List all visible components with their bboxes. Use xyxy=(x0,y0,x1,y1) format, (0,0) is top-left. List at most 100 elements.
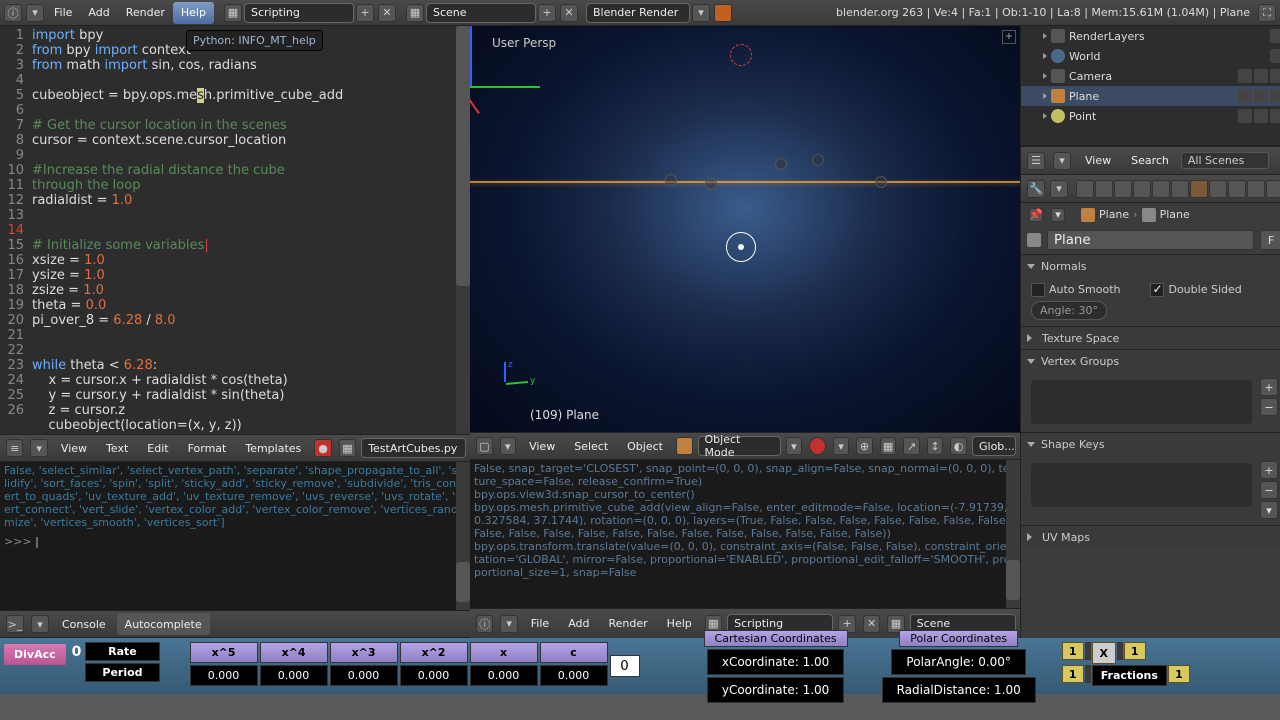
poly-head[interactable]: x^3 xyxy=(330,642,398,663)
mesh-name-input[interactable] xyxy=(1047,230,1254,250)
manip-icon[interactable]: ↗ xyxy=(903,437,920,455)
vp-menu-select[interactable]: Select xyxy=(566,435,616,457)
menu-add[interactable]: Add xyxy=(80,2,117,24)
shading-caret-icon[interactable]: ▾ xyxy=(833,437,850,455)
info-log[interactable]: False, snap_target='CLOSEST', snap_point… xyxy=(470,460,1020,608)
python-console[interactable]: False, 'select_similar', 'select_vertex_… xyxy=(0,462,470,610)
text-file-name[interactable]: TestArtCubes.py xyxy=(361,438,466,458)
console-type-icon[interactable]: >_ xyxy=(6,615,24,633)
outliner-view[interactable]: View xyxy=(1077,150,1119,172)
poly-val[interactable]: 0.000 xyxy=(470,665,538,686)
sk-add-icon[interactable]: + xyxy=(1260,461,1278,479)
menu-file[interactable]: File xyxy=(46,2,80,24)
props-type-icon[interactable]: 🔧 xyxy=(1027,180,1045,198)
shape-keys-list[interactable] xyxy=(1031,463,1252,507)
fake-user-toggle[interactable]: F xyxy=(1260,230,1280,250)
polar-angle[interactable]: PolarAngle: 0.00° xyxy=(891,649,1026,675)
tab-particles[interactable] xyxy=(1247,180,1265,198)
mode-caret-icon[interactable]: ▾ xyxy=(786,437,803,455)
outliner-row[interactable]: World xyxy=(1021,46,1280,66)
angle-field[interactable]: Angle: 30° xyxy=(1031,301,1107,320)
poly-head[interactable]: x^2 xyxy=(400,642,468,663)
fractions-label[interactable]: Fractions xyxy=(1092,665,1167,686)
del-scene-icon[interactable]: ✕ xyxy=(560,4,578,22)
console-menu-autocomplete[interactable]: Autocomplete xyxy=(117,613,210,635)
text-menu-templates[interactable]: Templates xyxy=(237,437,309,459)
renderer-caret-icon[interactable]: ▾ xyxy=(692,4,710,22)
pin-icon[interactable]: 📌 xyxy=(1029,208,1043,222)
panel-head-tex[interactable]: Texture Space xyxy=(1021,327,1280,349)
browse-icon[interactable]: ▾ xyxy=(1050,180,1068,198)
text-menu-edit[interactable]: Edit xyxy=(139,437,176,459)
scene-browse-icon[interactable]: ▦ xyxy=(406,4,424,22)
tab-modifiers[interactable] xyxy=(1171,180,1189,198)
rate-label[interactable]: Rate xyxy=(85,642,159,661)
info-scrollbar[interactable] xyxy=(1006,460,1020,608)
outliner-row[interactable]: Camera xyxy=(1021,66,1280,86)
orient-icon[interactable]: ◐ xyxy=(950,437,967,455)
zero-input[interactable] xyxy=(610,655,640,677)
browse-data-icon[interactable]: ▾ xyxy=(26,4,44,22)
double-sided-checkbox[interactable] xyxy=(1150,283,1164,297)
poly-head[interactable]: x^5 xyxy=(190,642,258,663)
poly-val[interactable]: 0.000 xyxy=(540,665,608,686)
tab-texture[interactable] xyxy=(1228,180,1246,198)
tab-constraints[interactable] xyxy=(1152,180,1170,198)
add-scene-icon[interactable]: + xyxy=(538,4,556,22)
text-menu-view[interactable]: View xyxy=(53,437,95,459)
3d-viewport[interactable]: User Persp z y (109) Plane + xyxy=(470,26,1020,432)
poly-val[interactable]: 0.000 xyxy=(400,665,468,686)
auto-smooth-checkbox[interactable] xyxy=(1031,283,1045,297)
panel-head-sk[interactable]: Shape Keys xyxy=(1021,433,1280,455)
frac-cell[interactable]: 1 xyxy=(1062,665,1084,683)
tab-render[interactable] xyxy=(1076,180,1094,198)
tab-physics[interactable] xyxy=(1266,180,1280,198)
tab-mesh-data[interactable] xyxy=(1190,180,1208,198)
info-menu-render[interactable]: Render xyxy=(601,613,656,635)
frac-cell[interactable]: 1 xyxy=(1124,642,1146,660)
outliner[interactable]: RenderLayersWorldCameraPlanePoint xyxy=(1021,26,1280,146)
info-menu-add[interactable]: Add xyxy=(560,613,597,635)
text-browse-icon[interactable]: ▦ xyxy=(339,439,356,457)
text-editor[interactable]: 1234567891011121314151617181920212223242… xyxy=(0,26,470,434)
vp-menu-object[interactable]: Object xyxy=(619,435,671,457)
expand-icon[interactable]: ⛶ xyxy=(1258,4,1276,22)
layers-icon[interactable]: ▦ xyxy=(880,437,897,455)
x-coord[interactable]: xCoordinate: 1.00 xyxy=(707,649,844,675)
panel-head-vg[interactable]: Vertex Groups xyxy=(1021,350,1280,372)
browse-icon[interactable]: ▾ xyxy=(500,437,517,455)
editor-type-icon[interactable]: ⓘ xyxy=(4,4,22,22)
sk-menu-icon[interactable]: ▾ xyxy=(1260,501,1278,519)
menu-help[interactable]: Help xyxy=(173,2,214,24)
tab-scene[interactable] xyxy=(1095,180,1113,198)
gizmo-z-axis[interactable] xyxy=(470,26,472,86)
frac-cell[interactable]: 1 xyxy=(1168,665,1190,683)
del-layout-icon[interactable]: ✕ xyxy=(378,4,396,22)
poly-head[interactable]: x xyxy=(470,642,538,663)
tab-object[interactable] xyxy=(1133,180,1151,198)
console-menu-console[interactable]: Console xyxy=(54,613,114,635)
mode-icon[interactable] xyxy=(676,437,693,455)
menu-render[interactable]: Render xyxy=(118,2,173,24)
crumb-object[interactable]: Plane xyxy=(1099,208,1129,221)
orientation-dropdown[interactable]: Glob... xyxy=(972,436,1016,456)
gizmo-y-axis[interactable] xyxy=(470,86,540,88)
y-coord[interactable]: yCoordinate: 1.00 xyxy=(707,677,844,703)
sk-remove-icon[interactable]: − xyxy=(1260,481,1278,499)
screen-layout-dropdown[interactable]: Scripting xyxy=(244,3,354,23)
poly-val[interactable]: 0.000 xyxy=(330,665,398,686)
gizmo-x-axis[interactable] xyxy=(470,90,480,114)
scene-dropdown[interactable]: Scene xyxy=(426,3,536,23)
panel-head-normals[interactable]: Normals xyxy=(1021,255,1280,277)
text-menu-format[interactable]: Format xyxy=(180,437,235,459)
text-menu-text[interactable]: Text xyxy=(98,437,136,459)
layout-browse-icon[interactable]: ▦ xyxy=(224,4,242,22)
viewport-plus-icon[interactable]: + xyxy=(1002,30,1016,44)
browse-icon[interactable]: ▾ xyxy=(1053,152,1071,170)
editor-type-icon[interactable]: ⓘ xyxy=(476,615,493,633)
pivot-icon[interactable]: ⊕ xyxy=(856,437,873,455)
frac-cell[interactable]: 1 xyxy=(1062,642,1084,660)
browse-icon[interactable]: ▾ xyxy=(500,615,517,633)
shading-icon[interactable] xyxy=(809,437,826,455)
frac-x-button[interactable]: X xyxy=(1092,642,1116,664)
